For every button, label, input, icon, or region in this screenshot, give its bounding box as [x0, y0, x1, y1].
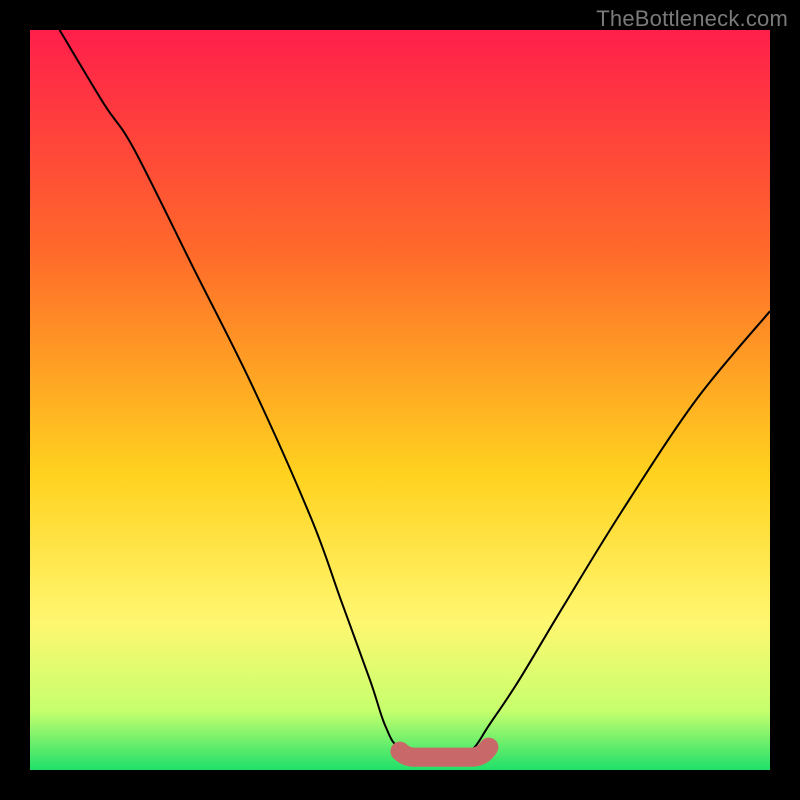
chart-gradient-bg: [30, 30, 770, 770]
watermark-text: TheBottleneck.com: [596, 6, 788, 32]
chart-plot-area: [30, 30, 770, 770]
chart-frame: TheBottleneck.com: [0, 0, 800, 800]
chart-svg: [30, 30, 770, 770]
chart-bottom-bar: [400, 747, 489, 757]
